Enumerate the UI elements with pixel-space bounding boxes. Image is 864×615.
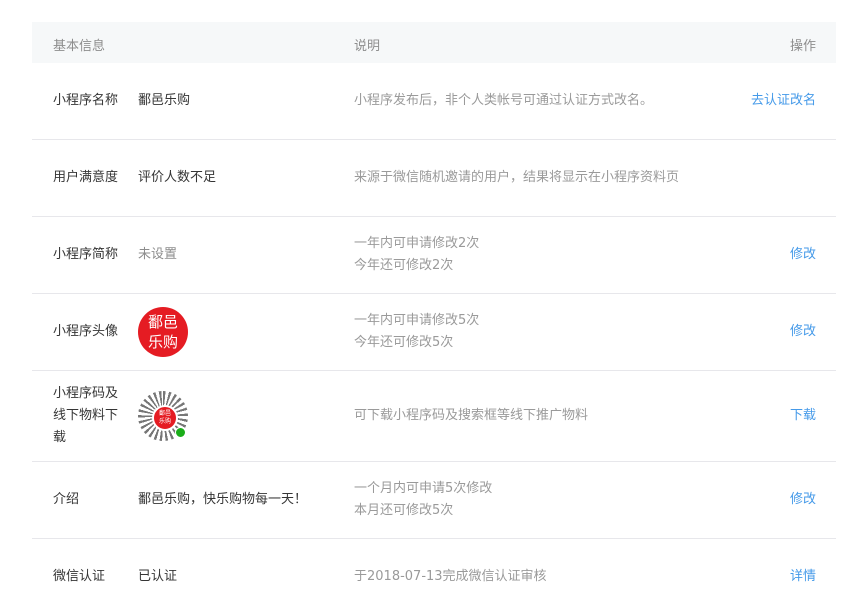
row-description: 可下载小程序码及搜索框等线下推广物料 bbox=[354, 408, 589, 423]
table-row-qrcode: 小程序码及线下物料下载 鄱邑 乐购 可下载小程序码及搜索框等线下推广物料 下载 bbox=[32, 371, 836, 462]
table-row-certification: 微信认证 已认证 于2018-07-13完成微信认证审核 详情 bbox=[32, 539, 836, 615]
row-label: 小程序简称 bbox=[53, 247, 119, 262]
description-line: 一年内可申请修改5次 bbox=[354, 313, 480, 328]
wechat-badge-icon bbox=[175, 427, 186, 438]
description-line: 一个月内可申请5次修改 bbox=[354, 481, 493, 496]
table-row-satisfaction: 用户满意度 评价人数不足 来源于微信随机邀请的用户，结果将显示在小程序资料页 bbox=[32, 140, 836, 217]
download-link[interactable]: 下载 bbox=[790, 405, 816, 427]
description-line: 今年还可修改5次 bbox=[354, 335, 454, 350]
certification-details-link[interactable]: 详情 bbox=[790, 566, 816, 588]
row-label: 小程序码及线下物料下载 bbox=[53, 386, 119, 445]
avatar-cell: 鄱邑 乐购 bbox=[138, 307, 338, 357]
qr-center-logo: 鄱邑 乐购 bbox=[152, 405, 178, 431]
edit-short-name-link[interactable]: 修改 bbox=[790, 244, 816, 266]
table-row-name: 小程序名称 鄱邑乐购 小程序发布后，非个人类帐号可通过认证方式改名。 去认证改名 bbox=[32, 63, 836, 140]
row-description: 小程序发布后，非个人类帐号可通过认证方式改名。 bbox=[354, 93, 654, 108]
row-label: 用户满意度 bbox=[53, 170, 119, 185]
row-value: 评价人数不足 bbox=[138, 170, 217, 185]
table-row-short-name: 小程序简称 未设置 一年内可申请修改2次 今年还可修改2次 修改 bbox=[32, 217, 836, 294]
row-label: 介绍 bbox=[53, 492, 80, 507]
row-description: 一个月内可申请5次修改 本月还可修改5次 bbox=[354, 478, 699, 522]
row-value: 已认证 bbox=[138, 569, 178, 584]
description-line: 本月还可修改5次 bbox=[354, 503, 454, 518]
row-description: 一年内可申请修改5次 今年还可修改5次 bbox=[354, 310, 699, 354]
row-label: 微信认证 bbox=[53, 569, 106, 584]
edit-avatar-link[interactable]: 修改 bbox=[790, 321, 816, 343]
table-row-avatar: 小程序头像 鄱邑 乐购 一年内可申请修改5次 今年还可修改5次 修改 bbox=[32, 294, 836, 371]
edit-intro-link[interactable]: 修改 bbox=[790, 489, 816, 511]
row-description: 一年内可申请修改2次 今年还可修改2次 bbox=[354, 233, 699, 277]
header-action: 操作 bbox=[789, 39, 816, 54]
qrcode-cell: 鄱邑 乐购 bbox=[138, 391, 338, 441]
settings-table: 基本信息 说明 操作 小程序名称 鄱邑乐购 小程序发布后，非个人类帐号可通过认证… bbox=[32, 22, 836, 615]
table-row-intro: 介绍 鄱邑乐购，快乐购物每一天！ 一个月内可申请5次修改 本月还可修改5次 修改 bbox=[32, 462, 836, 539]
row-label: 小程序头像 bbox=[53, 324, 119, 339]
description-line: 今年还可修改2次 bbox=[354, 258, 454, 273]
row-description: 来源于微信随机邀请的用户，结果将显示在小程序资料页 bbox=[354, 170, 680, 185]
mini-program-code-icon: 鄱邑 乐购 bbox=[138, 391, 188, 441]
row-value: 鄱邑乐购 bbox=[138, 93, 191, 108]
table-header: 基本信息 说明 操作 bbox=[32, 22, 836, 63]
description-line: 一年内可申请修改2次 bbox=[354, 236, 480, 251]
row-value: 未设置 bbox=[138, 247, 178, 262]
row-description: 于2018-07-13完成微信认证审核 bbox=[354, 569, 547, 584]
row-label: 小程序名称 bbox=[53, 93, 119, 108]
certify-rename-link[interactable]: 去认证改名 bbox=[751, 90, 816, 112]
header-basic-info: 基本信息 bbox=[53, 39, 106, 54]
header-description: 说明 bbox=[354, 39, 381, 54]
row-value: 鄱邑乐购，快乐购物每一天！ bbox=[138, 492, 308, 507]
avatar: 鄱邑 乐购 bbox=[138, 307, 188, 357]
